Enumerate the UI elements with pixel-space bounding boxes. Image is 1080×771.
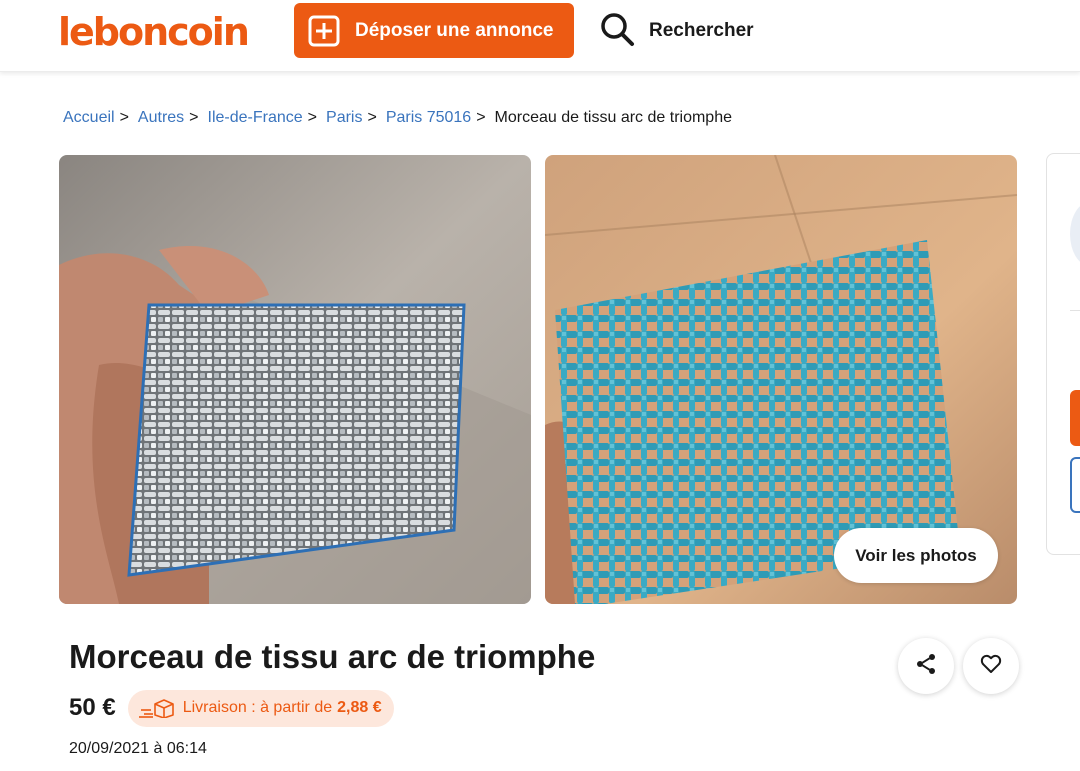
seller-card-divider: [1070, 310, 1080, 311]
post-ad-button[interactable]: Déposer une annonce: [294, 3, 574, 58]
listing-title: Morceau de tissu arc de triomphe: [69, 638, 596, 675]
search-button[interactable]: Rechercher: [599, 10, 754, 52]
search-icon: [599, 11, 635, 52]
favorite-button[interactable]: [963, 638, 1019, 694]
search-label: Rechercher: [649, 20, 754, 41]
seller-avatar[interactable]: [1070, 202, 1080, 266]
share-button[interactable]: [898, 638, 954, 694]
listing-photo-1[interactable]: [59, 155, 531, 604]
see-photos-button[interactable]: Voir les photos: [834, 528, 998, 583]
share-icon: [914, 652, 938, 681]
plus-square-icon: [308, 15, 340, 47]
price-row: 50 € Livraison : à partir de 2,88 €: [69, 688, 394, 728]
top-header: leboncoin Déposer une annonce Rechercher: [0, 0, 1080, 72]
breadcrumb-category[interactable]: Autres: [138, 109, 184, 127]
message-button[interactable]: [1070, 457, 1080, 513]
breadcrumb-separator: >: [476, 109, 486, 126]
seller-card: [1046, 153, 1080, 555]
heart-icon: [979, 652, 1003, 681]
breadcrumb-city[interactable]: Paris: [326, 109, 362, 127]
listing-date: 20/09/2021 à 06:14: [69, 740, 207, 757]
breadcrumb-separator: >: [189, 109, 199, 126]
delivery-badge[interactable]: Livraison : à partir de 2,88 €: [127, 689, 394, 727]
breadcrumb-current: Morceau de tissu arc de triomphe: [494, 109, 732, 126]
leboncoin-logo[interactable]: leboncoin: [58, 8, 250, 56]
breadcrumb-home[interactable]: Accueil: [63, 109, 115, 127]
post-ad-label: Déposer une annonce: [355, 19, 554, 41]
breadcrumb-region[interactable]: Ile-de-France: [208, 109, 303, 127]
breadcrumb-separator: >: [307, 109, 318, 126]
delivery-label: Livraison : à partir de: [182, 699, 333, 716]
breadcrumb-separator: >: [119, 109, 129, 126]
delivery-box-icon: [138, 698, 175, 718]
breadcrumb-separator: >: [367, 109, 377, 126]
listing-price: 50 €: [69, 694, 116, 721]
buy-button[interactable]: [1070, 390, 1080, 446]
delivery-price: 2,88 €: [337, 699, 382, 716]
breadcrumb: Accueil > Autres > Ile-de-France > Paris…: [63, 109, 732, 127]
breadcrumb-district[interactable]: Paris 75016: [386, 109, 471, 127]
